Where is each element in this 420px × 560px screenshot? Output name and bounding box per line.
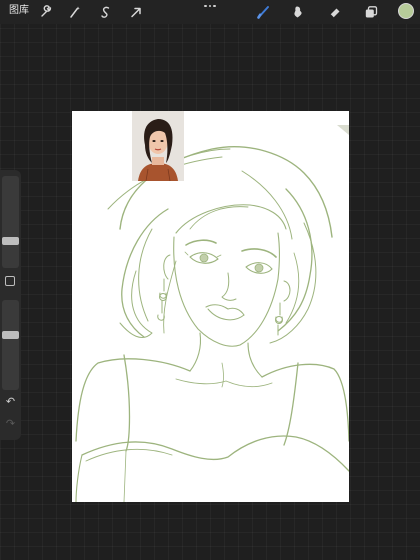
- brush-size-slider[interactable]: [2, 176, 19, 268]
- transform-arrow-icon[interactable]: [127, 3, 145, 21]
- undo-arrow-icon[interactable]: ↶: [3, 396, 18, 408]
- layers-icon[interactable]: [362, 3, 380, 21]
- redo-arrow-icon[interactable]: ↷: [3, 418, 18, 430]
- drawing-canvas[interactable]: [72, 111, 349, 502]
- opacity-slider[interactable]: [2, 300, 19, 390]
- color-picker-swatch[interactable]: [398, 3, 414, 19]
- brush-size-slider-thumb[interactable]: [2, 237, 19, 245]
- reference-portrait-thumbnail[interactable]: [132, 111, 184, 181]
- selection-icon[interactable]: [97, 3, 115, 21]
- actions-wrench-icon[interactable]: [37, 3, 55, 21]
- brush-icon[interactable]: [254, 3, 272, 21]
- smudge-icon[interactable]: [289, 3, 307, 21]
- adjustments-wand-icon[interactable]: [66, 3, 84, 21]
- more-options-icon[interactable]: [202, 1, 218, 11]
- opacity-slider-thumb[interactable]: [2, 331, 19, 339]
- gallery-button[interactable]: 图库: [9, 4, 29, 18]
- left-sidebar: ↶ ↷: [0, 170, 21, 440]
- modify-square-button[interactable]: [5, 276, 15, 286]
- eraser-icon[interactable]: [326, 3, 344, 21]
- top-toolbar: 图库: [0, 0, 420, 24]
- sketch-drawing: [75, 125, 349, 502]
